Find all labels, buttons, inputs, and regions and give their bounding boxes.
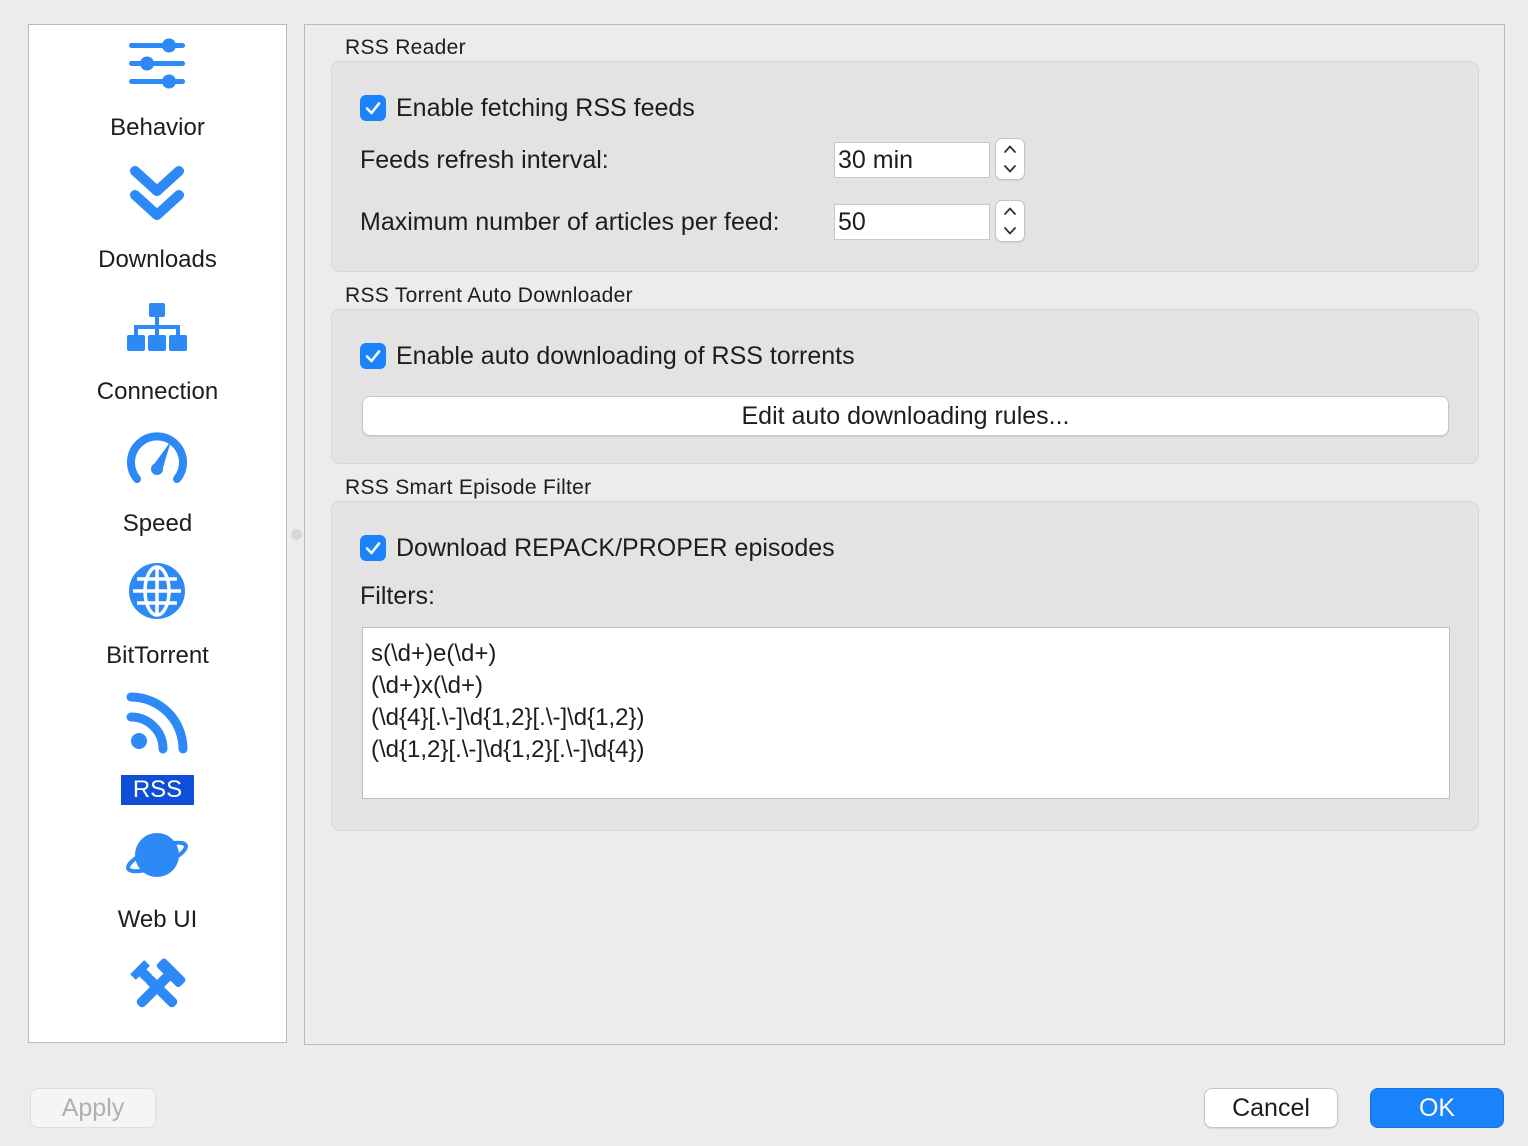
sidebar-item-label: Behavior [110, 114, 205, 141]
splitter-handle[interactable] [291, 529, 302, 540]
download-repack-proper-label: Download REPACK/PROPER episodes [396, 533, 835, 562]
feeds-refresh-interval-stepper[interactable] [995, 138, 1025, 180]
filter-line: s(\d+)e(\d+) [371, 640, 497, 667]
checkmark-icon [365, 350, 381, 363]
filters-label: Filters: [360, 582, 435, 610]
filter-line: (\d+)x(\d+) [371, 672, 484, 699]
download-repack-proper-checkbox[interactable]: Download REPACK/PROPER episodes [360, 533, 835, 563]
edit-auto-downloading-rules-button[interactable]: Edit auto downloading rules... [362, 396, 1449, 436]
ok-button[interactable]: OK [1370, 1088, 1504, 1128]
max-articles-per-feed-stepper[interactable] [995, 200, 1025, 242]
globe-icon [125, 559, 189, 623]
network-tree-icon [125, 297, 189, 361]
tools-icon [125, 955, 189, 1019]
stepper-down-icon[interactable] [996, 221, 1024, 241]
max-articles-per-feed-input[interactable]: 50 [834, 204, 990, 240]
apply-button[interactable]: Apply [30, 1088, 156, 1128]
auto-downloader-group: Enable auto downloading of RSS torrents … [331, 309, 1479, 464]
stepper-up-icon[interactable] [996, 201, 1024, 221]
filter-line: (\d{4}[.\-]\d{1,2}[.\-]\d{1,2}) [371, 704, 645, 731]
sidebar-item-speed[interactable]: Speed [29, 421, 286, 553]
sidebar-item-advanced[interactable] [29, 949, 286, 1042]
filter-line: (\d{1,2}[.\-]\d{1,2}[.\-]\d{4}) [371, 736, 645, 763]
sidebar-item-label: BitTorrent [106, 642, 209, 669]
enable-fetching-rss-label: Enable fetching RSS feeds [396, 93, 695, 122]
sidebar-item-label: Connection [96, 378, 219, 405]
stepper-up-icon[interactable] [996, 139, 1024, 159]
sidebar-item-downloads[interactable]: Downloads [29, 157, 286, 289]
stepper-down-icon[interactable] [996, 159, 1024, 179]
rss-settings-pane: RSS Reader Enable fetching RSS feeds Fee… [304, 24, 1505, 1045]
enable-auto-downloading-checkbox[interactable]: Enable auto downloading of RSS torrents [360, 341, 855, 371]
rss-icon [125, 691, 189, 755]
sidebar-item-label-selected: RSS [29, 775, 286, 805]
planet-icon [125, 823, 189, 887]
speedometer-icon [125, 427, 189, 491]
sidebar-item-label: Speed [122, 510, 193, 537]
enable-fetching-rss-checkbox[interactable]: Enable fetching RSS feeds [360, 93, 695, 123]
preferences-window: Behavior Downloads Connection Speed BitT… [0, 0, 1528, 1146]
checkmark-icon [365, 542, 381, 555]
selected-label-text: RSS [120, 775, 195, 805]
auto-downloader-title: RSS Torrent Auto Downloader [345, 284, 633, 307]
feeds-refresh-interval-label: Feeds refresh interval: [360, 146, 609, 174]
rss-reader-title: RSS Reader [345, 36, 466, 59]
filters-textarea[interactable]: s(\d+)e(\d+) (\d+)x(\d+) (\d{4}[.\-]\d{1… [362, 627, 1450, 799]
smart-episode-filter-group: Download REPACK/PROPER episodes Filters:… [331, 501, 1479, 831]
checkbox-checked[interactable] [360, 95, 386, 121]
preferences-sidebar[interactable]: Behavior Downloads Connection Speed BitT… [28, 24, 287, 1043]
enable-auto-downloading-label: Enable auto downloading of RSS torrents [396, 341, 855, 370]
checkmark-icon [365, 102, 381, 115]
sidebar-item-label: Web UI [117, 906, 198, 933]
smart-episode-filter-title: RSS Smart Episode Filter [345, 476, 592, 499]
feeds-refresh-interval-input[interactable]: 30 min [834, 142, 990, 178]
max-articles-per-feed-label: Maximum number of articles per feed: [360, 208, 780, 236]
double-chevron-down-icon [125, 161, 189, 225]
sliders-icon [125, 31, 189, 95]
sidebar-item-bittorrent[interactable]: BitTorrent [29, 553, 286, 685]
cancel-button[interactable]: Cancel [1204, 1088, 1338, 1128]
checkbox-checked[interactable] [360, 535, 386, 561]
sidebar-item-connection[interactable]: Connection [29, 289, 286, 421]
rss-reader-group: Enable fetching RSS feeds Feeds refresh … [331, 61, 1479, 272]
sidebar-item-behavior[interactable]: Behavior [29, 25, 286, 157]
sidebar-item-rss[interactable]: RSS [29, 685, 286, 817]
checkbox-checked[interactable] [360, 343, 386, 369]
sidebar-item-web-ui[interactable]: Web UI [29, 817, 286, 949]
sidebar-item-label: Downloads [98, 246, 217, 273]
